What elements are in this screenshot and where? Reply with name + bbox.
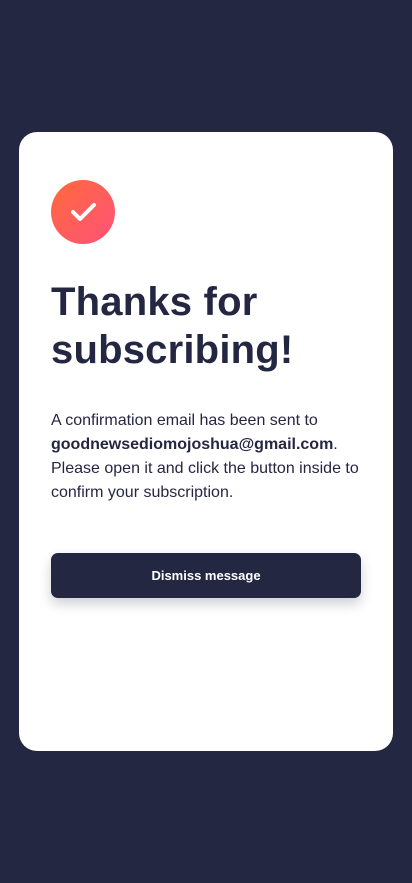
page-background: Thanks for subscribing! A confirmation e… <box>0 0 412 883</box>
confirmation-message: A confirmation email has been sent to go… <box>51 409 361 505</box>
message-prefix: A confirmation email has been sent to <box>51 412 318 429</box>
dismiss-message-button[interactable]: Dismiss message <box>51 553 361 598</box>
checkmark-icon <box>71 203 96 221</box>
subscriber-email: goodnewsediomojoshua@gmail.com <box>51 436 334 453</box>
page-title: Thanks for subscribing! <box>51 280 294 372</box>
success-badge <box>51 180 115 244</box>
success-card: Thanks for subscribing! A confirmation e… <box>19 132 393 751</box>
